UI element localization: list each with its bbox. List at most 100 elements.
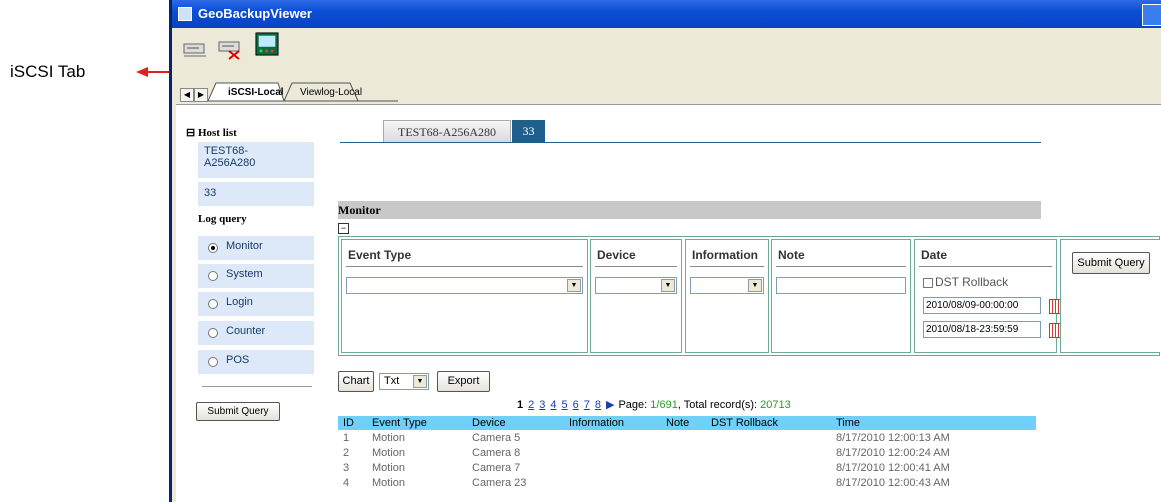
sidebar-submit-query-button[interactable]: Submit Query xyxy=(196,402,280,421)
format-select[interactable]: Txt ▼ xyxy=(379,373,429,390)
column-header[interactable]: ID xyxy=(338,416,367,430)
header-underline xyxy=(776,266,906,267)
submit-query-button[interactable]: Submit Query xyxy=(1072,252,1150,274)
table-cell: Motion xyxy=(372,446,406,459)
host-tab-33[interactable]: 33 xyxy=(512,120,545,142)
page-link[interactable]: 2 xyxy=(528,399,534,411)
table-cell: 1 xyxy=(343,431,350,444)
chevron-down-icon: ▼ xyxy=(567,279,581,292)
sidebar: ⊟ Host list TEST68-A256A280 33 Log query… xyxy=(176,105,328,502)
sidebar-host-33[interactable]: 33 xyxy=(198,182,314,206)
table-row[interactable]: 1 Motion Camera 5 8/17/2010 12:00:13 AM xyxy=(338,430,1036,445)
module-tab-bar: ◀ ▶ iSCSI-Local Viewlog-Local xyxy=(172,80,1161,102)
radio-icon xyxy=(208,271,218,281)
table-cell: 8/17/2010 12:00:24 AM xyxy=(836,446,950,459)
event-type-box: Event Type ▼ xyxy=(341,239,588,353)
dst-rollback-checkbox[interactable] xyxy=(923,278,933,288)
minimize-button[interactable] xyxy=(1142,4,1161,26)
column-header[interactable]: Event Type xyxy=(367,416,467,430)
table-cell xyxy=(564,430,661,445)
table-cell: 3 xyxy=(343,461,350,474)
page-link[interactable]: 4 xyxy=(550,399,556,411)
table-cell xyxy=(564,460,661,475)
table-cell: 8/17/2010 12:00:43 AM xyxy=(836,476,950,489)
page-links: 12345678 xyxy=(517,399,606,411)
date-label: Date xyxy=(921,248,948,262)
header-underline xyxy=(346,266,583,267)
submit-box: Submit Query xyxy=(1060,239,1160,353)
page-link[interactable]: 3 xyxy=(539,399,545,411)
page-link[interactable]: 6 xyxy=(573,399,579,411)
table-cell: 2 xyxy=(343,446,350,459)
tab-viewlog-local[interactable]: Viewlog-Local xyxy=(286,84,376,101)
start-date-input[interactable]: 2010/08/09-00:00:00 xyxy=(923,297,1041,314)
disconnect-icon[interactable] xyxy=(217,36,243,60)
event-type-select[interactable]: ▼ xyxy=(346,277,583,294)
chevron-down-icon: ▼ xyxy=(413,375,427,388)
table-cell: Motion xyxy=(372,476,406,489)
collapse-icon[interactable]: − xyxy=(338,223,349,234)
end-date-input[interactable]: 2010/08/18-23:59:59 xyxy=(923,321,1041,338)
viewlog-icon[interactable] xyxy=(254,32,280,56)
table-cell: 8/17/2010 12:00:13 AM xyxy=(836,431,950,444)
radio-monitor[interactable]: Monitor xyxy=(198,236,314,260)
connect-icon[interactable] xyxy=(182,36,208,60)
page-link[interactable]: 8 xyxy=(595,399,601,411)
table-body: 1 Motion Camera 5 8/17/2010 12:00:13 AM 2 Mot… xyxy=(338,430,1036,490)
radio-system[interactable]: System xyxy=(198,264,314,288)
host-label: TEST68-A256A280 xyxy=(204,145,256,169)
table-cell xyxy=(564,475,661,490)
table-cell: Motion xyxy=(372,431,406,444)
total-records: 20713 xyxy=(760,399,791,411)
column-header[interactable]: Information xyxy=(564,416,661,430)
log-query-title: Log query xyxy=(198,213,247,225)
table-cell xyxy=(706,430,831,445)
radio-label: System xyxy=(226,268,263,280)
radio-icon xyxy=(208,328,218,338)
radio-login[interactable]: Login xyxy=(198,292,314,316)
title-bar: GeoBackupViewer xyxy=(172,0,1161,28)
table-cell xyxy=(706,475,831,490)
radio-icon xyxy=(208,299,218,309)
table-cell: 8/17/2010 12:00:41 AM xyxy=(836,461,950,474)
note-box: Note xyxy=(771,239,911,353)
results-table: ID Event Type Device Information Note DST Rol… xyxy=(338,416,1036,490)
host-tab-test68[interactable]: TEST68-A256A280 xyxy=(383,120,511,143)
column-header[interactable]: Note xyxy=(661,416,706,430)
table-cell: Motion xyxy=(372,461,406,474)
note-label: Note xyxy=(778,248,805,262)
table-cell xyxy=(661,475,706,490)
header-underline xyxy=(919,266,1052,267)
device-label: Device xyxy=(597,248,636,262)
chevron-down-icon: ▼ xyxy=(661,279,675,292)
radio-counter[interactable]: Counter xyxy=(198,321,314,345)
information-select[interactable]: ▼ xyxy=(690,277,764,294)
export-button[interactable]: Export xyxy=(437,371,490,392)
table-row[interactable]: 3 Motion Camera 7 8/17/2010 12:00:41 AM xyxy=(338,460,1036,475)
radio-label: Monitor xyxy=(226,240,263,252)
note-input[interactable] xyxy=(776,277,906,294)
table-row[interactable]: 2 Motion Camera 8 8/17/2010 12:00:24 AM xyxy=(338,445,1036,460)
records-prefix: , Total record(s): xyxy=(677,399,761,411)
host-label: 33 xyxy=(204,187,217,199)
device-box: Device ▼ xyxy=(590,239,682,353)
column-header[interactable]: Device xyxy=(467,416,564,430)
radio-pos[interactable]: POS xyxy=(198,350,314,374)
sidebar-host-test68[interactable]: TEST68-A256A280 xyxy=(198,142,314,178)
column-header[interactable]: DST Rollback xyxy=(706,416,831,430)
page-link[interactable]: 5 xyxy=(562,399,568,411)
page-link[interactable]: 7 xyxy=(584,399,590,411)
date-box: Date DST Rollback 2010/08/09-00:00:00 20… xyxy=(914,239,1067,353)
next-page-icon[interactable]: ▶ xyxy=(606,399,614,411)
window-title: GeoBackupViewer xyxy=(198,6,312,21)
table-cell xyxy=(661,445,706,460)
device-select[interactable]: ▼ xyxy=(595,277,677,294)
column-header[interactable]: Time xyxy=(831,416,1036,430)
page-link[interactable]: 1 xyxy=(517,399,523,411)
tab-scroll-left-button[interactable]: ◀ xyxy=(180,88,194,102)
annotation-label: iSCSI Tab xyxy=(10,62,86,81)
chart-button[interactable]: Chart xyxy=(338,371,374,392)
table-row[interactable]: 4 Motion Camera 23 8/17/2010 12:00:43 AM xyxy=(338,475,1036,490)
tab-scroll-right-button[interactable]: ▶ xyxy=(194,88,208,102)
table-cell: Camera 7 xyxy=(472,461,521,474)
